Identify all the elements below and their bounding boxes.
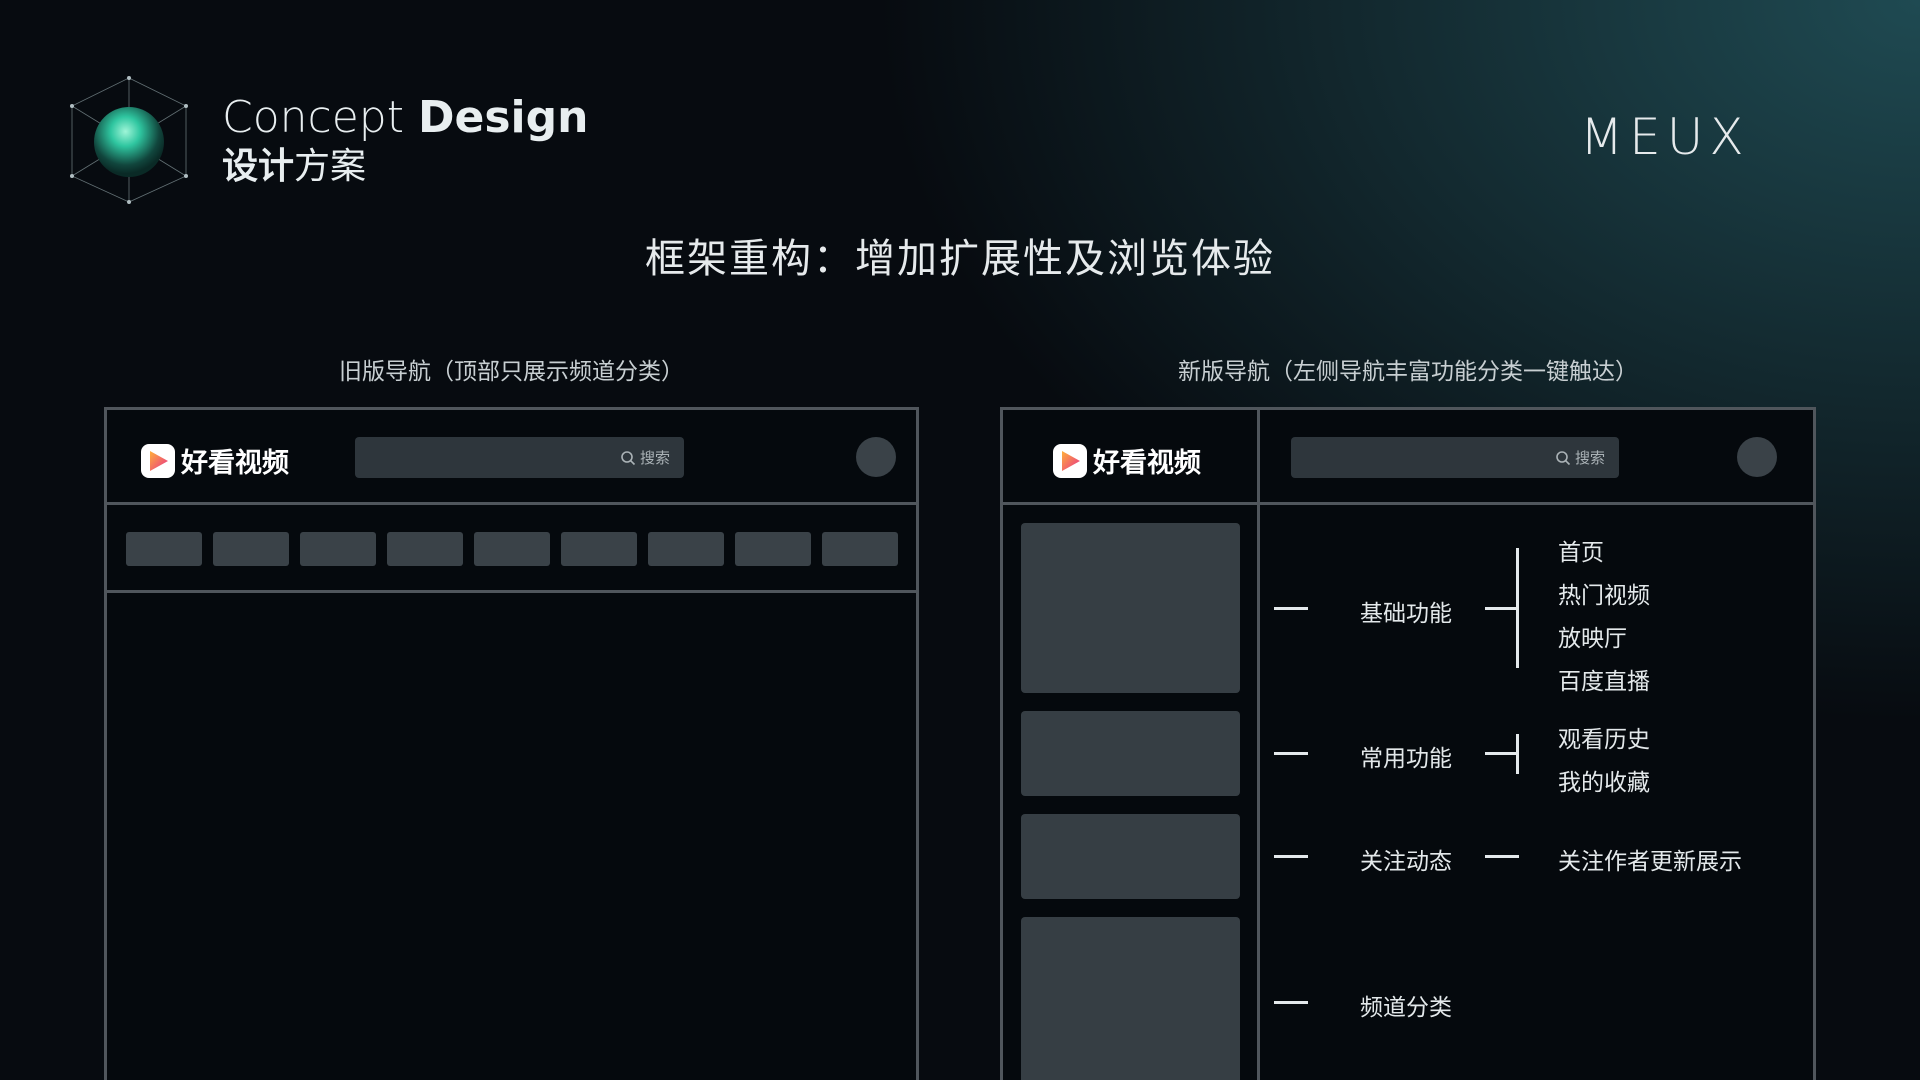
old-nav-frame [104, 407, 919, 1080]
group-label-channels: 频道分类 [1360, 995, 1452, 1021]
app-name: 好看视频 [1093, 448, 1201, 479]
sidebar-block-follow[interactable] [1021, 814, 1240, 899]
sidebar-block-common[interactable] [1021, 711, 1240, 796]
sidebar-divider [1257, 407, 1260, 1080]
item-watch-history: 观看历史 [1558, 727, 1650, 753]
new-header-divider [1000, 502, 1816, 505]
channel-tab[interactable] [474, 532, 550, 566]
group-label-basic: 基础功能 [1360, 601, 1452, 627]
tree-connector [1485, 855, 1519, 858]
play-logo-icon [141, 443, 175, 478]
sub-light: 方案 [294, 146, 367, 187]
play-logo-icon [1053, 443, 1087, 478]
channel-tab[interactable] [735, 532, 811, 566]
tree-connector [1274, 752, 1308, 755]
search-icon [1556, 450, 1571, 465]
concept-subheading: 设计方案 [222, 144, 366, 190]
channel-tab[interactable] [648, 532, 724, 566]
channel-tab[interactable] [387, 532, 463, 566]
channel-tab[interactable] [561, 532, 637, 566]
design-word: Design [417, 92, 589, 143]
page-title: 框架重构：增加扩展性及浏览体验 [645, 236, 1275, 282]
sub-bold: 设计 [222, 146, 295, 187]
item-screening-hall: 放映厅 [1558, 626, 1627, 652]
channel-tab[interactable] [126, 532, 202, 566]
sidebar-block-basic[interactable] [1021, 523, 1240, 693]
concept-design-heading: Concept Design [222, 92, 588, 144]
sphere-logo-icon [70, 76, 188, 204]
search-label: 搜索 [639, 449, 670, 467]
search-label: 搜索 [1574, 449, 1605, 467]
tree-connector [1485, 752, 1519, 755]
channel-tab[interactable] [300, 532, 376, 566]
old-tabs-divider [104, 590, 919, 593]
new-panel-caption: 新版导航（左侧导航丰富功能分类一键触达） [1178, 359, 1638, 385]
tree-bracket [1516, 734, 1519, 774]
item-followed-updates: 关注作者更新展示 [1558, 849, 1742, 875]
brand-logo: MEUX [1580, 108, 1750, 166]
new-app-logo[interactable]: 好看视频 [1053, 441, 1201, 480]
item-home: 首页 [1558, 540, 1604, 566]
old-header-divider [104, 502, 919, 505]
concept-word: Concept [222, 92, 404, 143]
search-icon [621, 450, 636, 465]
tree-connector [1485, 607, 1519, 610]
tree-connector [1274, 855, 1308, 858]
group-label-common: 常用功能 [1360, 746, 1452, 772]
new-avatar[interactable] [1737, 437, 1777, 477]
channel-tab[interactable] [213, 532, 289, 566]
new-search-input[interactable]: 搜索 [1291, 437, 1619, 478]
old-avatar[interactable] [856, 437, 896, 477]
old-app-logo[interactable]: 好看视频 [141, 441, 289, 480]
tree-connector [1274, 1001, 1308, 1004]
sidebar-block-channels[interactable] [1021, 917, 1240, 1080]
item-baidu-live: 百度直播 [1558, 669, 1650, 695]
channel-tab[interactable] [822, 532, 898, 566]
tree-connector [1274, 607, 1308, 610]
group-label-follow: 关注动态 [1360, 849, 1452, 875]
old-panel-caption: 旧版导航（顶部只展示频道分类） [339, 359, 684, 385]
old-search-input[interactable]: 搜索 [355, 437, 684, 478]
app-name: 好看视频 [181, 448, 289, 479]
item-hot-videos: 热门视频 [1558, 583, 1650, 609]
item-my-favorites: 我的收藏 [1558, 770, 1650, 796]
tree-bracket [1516, 548, 1519, 668]
